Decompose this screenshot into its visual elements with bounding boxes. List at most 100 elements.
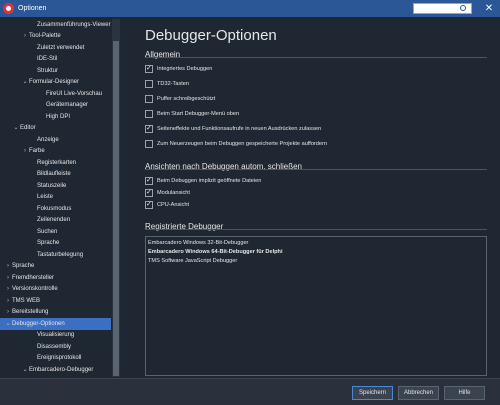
tree-item[interactable]: ⌄ Debugger-Optionen xyxy=(0,318,111,330)
tree-item[interactable]: ⌄ Formular-Designer xyxy=(0,76,79,88)
tree-item-label: Sprache xyxy=(12,262,35,269)
title-bar: Optionen ✕ xyxy=(0,0,500,17)
option-checkbox-row[interactable]: Puffer schreibgeschützt xyxy=(145,94,215,104)
search-icon[interactable] xyxy=(460,5,466,11)
chevron-right-icon[interactable]: › xyxy=(21,33,29,39)
save-button[interactable]: Speichern xyxy=(352,386,393,400)
button-bar: Speichern Abbrechen Hilfe xyxy=(0,378,500,405)
tree-item[interactable]: Zuletzt verwendet xyxy=(0,42,84,54)
checkbox[interactable] xyxy=(145,124,153,133)
option-checkbox-row[interactable]: Modulansicht xyxy=(145,188,190,198)
section-divider xyxy=(145,169,487,170)
debugger-list-item[interactable]: Embarcadero Windows 32-Bit-Debugger xyxy=(148,240,248,246)
tree-item-label: Leiste xyxy=(37,193,54,200)
chevron-down-icon[interactable]: ⌄ xyxy=(21,366,29,373)
tree-item[interactable]: Anzeige xyxy=(0,134,59,146)
checkbox[interactable] xyxy=(145,140,153,148)
chevron-down-icon[interactable]: ⌄ xyxy=(4,320,12,327)
tree-scrollbar[interactable] xyxy=(112,19,120,377)
tree-item[interactable]: › TMS WEB xyxy=(0,295,40,307)
option-label: Seiteneffekte und Funktionsaufrufe in ne… xyxy=(157,126,322,132)
help-button[interactable]: Hilfe xyxy=(444,386,485,400)
tree-item[interactable]: › Sprache xyxy=(0,260,34,272)
option-label: Modulansicht xyxy=(157,190,190,196)
tree-item[interactable]: › Bereitstellung xyxy=(0,306,48,318)
tree-item-label: Tastaturbelegung xyxy=(37,251,84,258)
tree-item[interactable]: Sprache xyxy=(0,237,59,249)
option-checkbox-row[interactable]: Seiteneffekte und Funktionsaufrufe in ne… xyxy=(145,124,321,134)
cancel-button[interactable]: Abbrechen xyxy=(398,386,439,400)
option-label: Integriertes Debuggen xyxy=(157,66,213,72)
tree-item[interactable]: › Farbe xyxy=(0,145,45,157)
tree-item[interactable]: ⌄ Editor xyxy=(0,122,35,134)
checkbox[interactable] xyxy=(145,176,153,185)
tree-item[interactable]: IDE-Stil xyxy=(0,53,57,65)
checkbox[interactable] xyxy=(145,110,153,118)
option-checkbox-row[interactable]: Zum Neuerzeugen beim Debuggen gespeicher… xyxy=(145,139,327,149)
tree-item-label: Zeilenenden xyxy=(37,216,71,223)
tree-item-label: Bildlaufleiste xyxy=(37,170,71,177)
checkbox[interactable] xyxy=(145,200,153,209)
tree-item[interactable]: ⌄ Embarcadero-Debugger xyxy=(0,364,93,376)
tree-item[interactable]: Zusammenführungs-Viewer xyxy=(0,19,111,31)
option-checkbox-row[interactable]: Beim Debuggen implizit geöffnete Dateien xyxy=(145,176,261,186)
option-label: Beim Debuggen implizit geöffnete Dateien xyxy=(157,178,262,184)
checkbox[interactable] xyxy=(145,64,153,73)
tree-item-label: High DPI xyxy=(46,113,71,120)
tree-item[interactable]: Statuszeile xyxy=(0,180,66,192)
tree-item[interactable]: High DPI xyxy=(0,111,70,123)
tree-item-label: Bereitstellung xyxy=(12,308,49,315)
tree-item-label: Zusammenführungs-Viewer xyxy=(37,21,111,28)
checkbox[interactable] xyxy=(145,80,153,88)
tree-item[interactable]: › Fremdhersteller xyxy=(0,272,54,284)
chevron-down-icon[interactable]: ⌄ xyxy=(21,78,29,85)
tree-item-label: Farbe xyxy=(29,147,45,154)
tree-item[interactable]: Disassembly xyxy=(0,341,71,353)
chevron-right-icon[interactable]: › xyxy=(4,309,12,315)
tree-item-label: Anzeige xyxy=(37,136,59,143)
chevron-right-icon[interactable]: › xyxy=(4,263,12,269)
tree-item[interactable]: Fokusmodus xyxy=(0,203,71,215)
checkbox[interactable] xyxy=(145,95,153,103)
debugger-list-item[interactable]: Embarcadero Windows 64-Bit-Debugger für … xyxy=(148,249,283,255)
option-label: Puffer schreibgeschützt xyxy=(157,96,216,102)
tree-item[interactable]: › Versionskontrolle xyxy=(0,283,58,295)
section-divider xyxy=(145,229,487,230)
tree-item[interactable]: Visualisierung xyxy=(0,329,74,341)
tree-item[interactable]: Bildlaufleiste xyxy=(0,168,71,180)
tree-item[interactable]: Struktur xyxy=(0,65,58,77)
tree-item[interactable]: Leiste xyxy=(0,191,53,203)
option-checkbox-row[interactable]: CPU-Ansicht xyxy=(145,200,189,210)
tree-item-label: Visualisierung xyxy=(37,331,75,338)
window-title: Optionen xyxy=(18,5,47,12)
tree-item[interactable]: Ereignisprotokoll xyxy=(0,352,81,364)
option-checkbox-row[interactable]: Beim Start Debugger-Menü oben xyxy=(145,109,239,119)
option-checkbox-row[interactable]: Integriertes Debuggen xyxy=(145,64,212,74)
chevron-right-icon[interactable]: › xyxy=(4,286,12,292)
chevron-right-icon[interactable]: › xyxy=(4,298,12,304)
debugger-list-item[interactable]: TMS Software JavaScript Debugger xyxy=(148,258,237,264)
tree-item[interactable]: Tastaturbelegung xyxy=(0,249,83,261)
checkbox[interactable] xyxy=(145,188,153,197)
tree-item-label: Ereignisprotokoll xyxy=(37,354,82,361)
options-tree[interactable]: Zusammenführungs-Viewer › Tool-Palette Zule… xyxy=(0,17,122,378)
chevron-right-icon[interactable]: › xyxy=(21,148,29,154)
close-button[interactable]: ✕ xyxy=(478,0,500,17)
option-label: Zum Neuerzeugen beim Debuggen gespeicher… xyxy=(157,141,327,147)
chevron-down-icon[interactable]: ⌄ xyxy=(12,124,20,131)
tree-scrollbar-thumb[interactable] xyxy=(113,41,119,376)
chevron-right-icon[interactable]: › xyxy=(4,275,12,281)
tree-item[interactable]: Suchen xyxy=(0,226,57,238)
tree-item-label: Disassembly xyxy=(37,343,72,350)
tree-item[interactable]: Registerkarten xyxy=(0,157,76,169)
registered-debuggers-list[interactable]: Embarcadero Windows 32-Bit-Debugger Embar… xyxy=(145,236,487,376)
option-checkbox-row[interactable]: TD32-Tasten xyxy=(145,79,189,89)
app-icon xyxy=(3,3,14,14)
tree-item-label: IDE-Stil xyxy=(37,55,58,62)
tree-item[interactable]: FireUI Live-Vorschau xyxy=(0,88,102,100)
tree-item[interactable]: Gerätemanager xyxy=(0,99,88,111)
tree-item[interactable]: Zeilenenden xyxy=(0,214,70,226)
option-label: Beim Start Debugger-Menü oben xyxy=(157,111,240,117)
tree-item-label: Sprache xyxy=(37,239,60,246)
tree-item[interactable]: › Tool-Palette xyxy=(0,30,61,42)
